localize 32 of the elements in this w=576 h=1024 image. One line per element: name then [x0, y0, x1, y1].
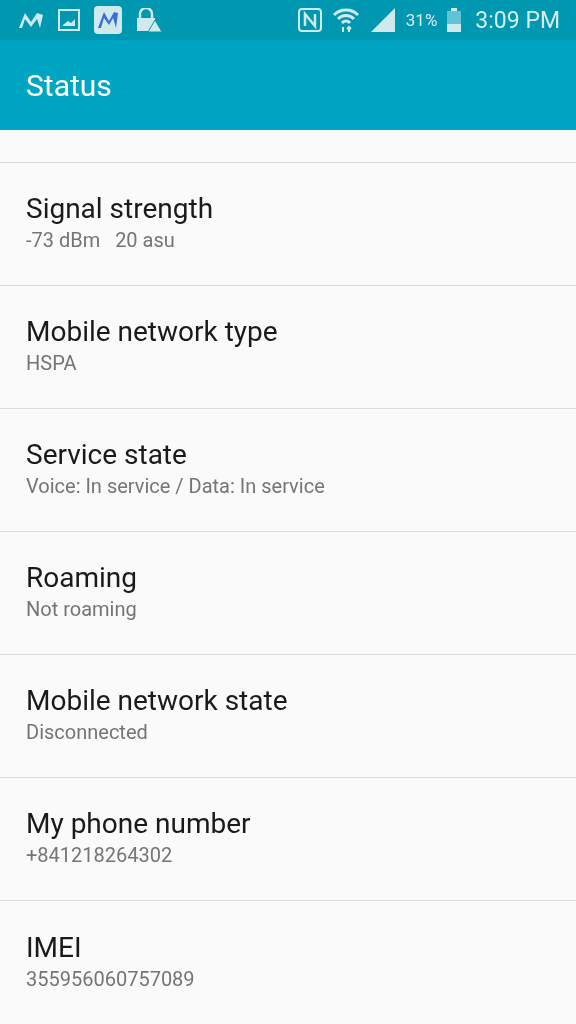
screen-title: Status [26, 67, 112, 103]
clock-time: 3:09 PM [475, 6, 560, 34]
setting-item[interactable]: Service state Voice: In service / Data: In service [0, 409, 576, 532]
battery-icon [447, 8, 462, 32]
item-value: Not roaming [26, 596, 138, 622]
item-value: Voice: In service / Data: In service [26, 473, 326, 499]
item-value: HSPA [26, 350, 78, 376]
setting-item[interactable]: Roaming Not roaming [0, 532, 576, 655]
item-title: Roaming [26, 560, 138, 596]
setting-item[interactable]: IMEI 355956060757089 [0, 901, 576, 1024]
wifi-icon [331, 7, 360, 33]
nfc-icon [297, 8, 322, 32]
app-icon[interactable] [94, 6, 122, 34]
item-title: Service state [26, 437, 188, 473]
m-logo-icon[interactable] [18, 11, 44, 29]
item-value: -73 dBm 20 asu [26, 227, 176, 253]
item-value: 355956060757089 [26, 965, 196, 992]
setting-item[interactable]: Signal strength -73 dBm 20 asu [0, 163, 576, 286]
setting-item[interactable]: Mobile network state Disconnected [0, 655, 576, 778]
setting-item[interactable]: Mobile network type HSPA [0, 286, 576, 409]
item-title: Mobile network state [26, 683, 289, 719]
image-icon[interactable] [58, 9, 80, 31]
item-title: Signal strength [26, 191, 215, 227]
item-value: Disconnected [26, 719, 149, 745]
item-title: My phone number [26, 806, 252, 842]
battery-percentage: 31% [405, 10, 438, 30]
lock-warning-icon[interactable] [136, 8, 162, 32]
item-title: Mobile network type [26, 314, 279, 350]
item-title: IMEI [26, 929, 83, 966]
setting-item[interactable]: My phone number +841218264302 [0, 778, 576, 901]
item-value: +841218264302 [26, 842, 174, 868]
signal-icon [369, 8, 396, 32]
